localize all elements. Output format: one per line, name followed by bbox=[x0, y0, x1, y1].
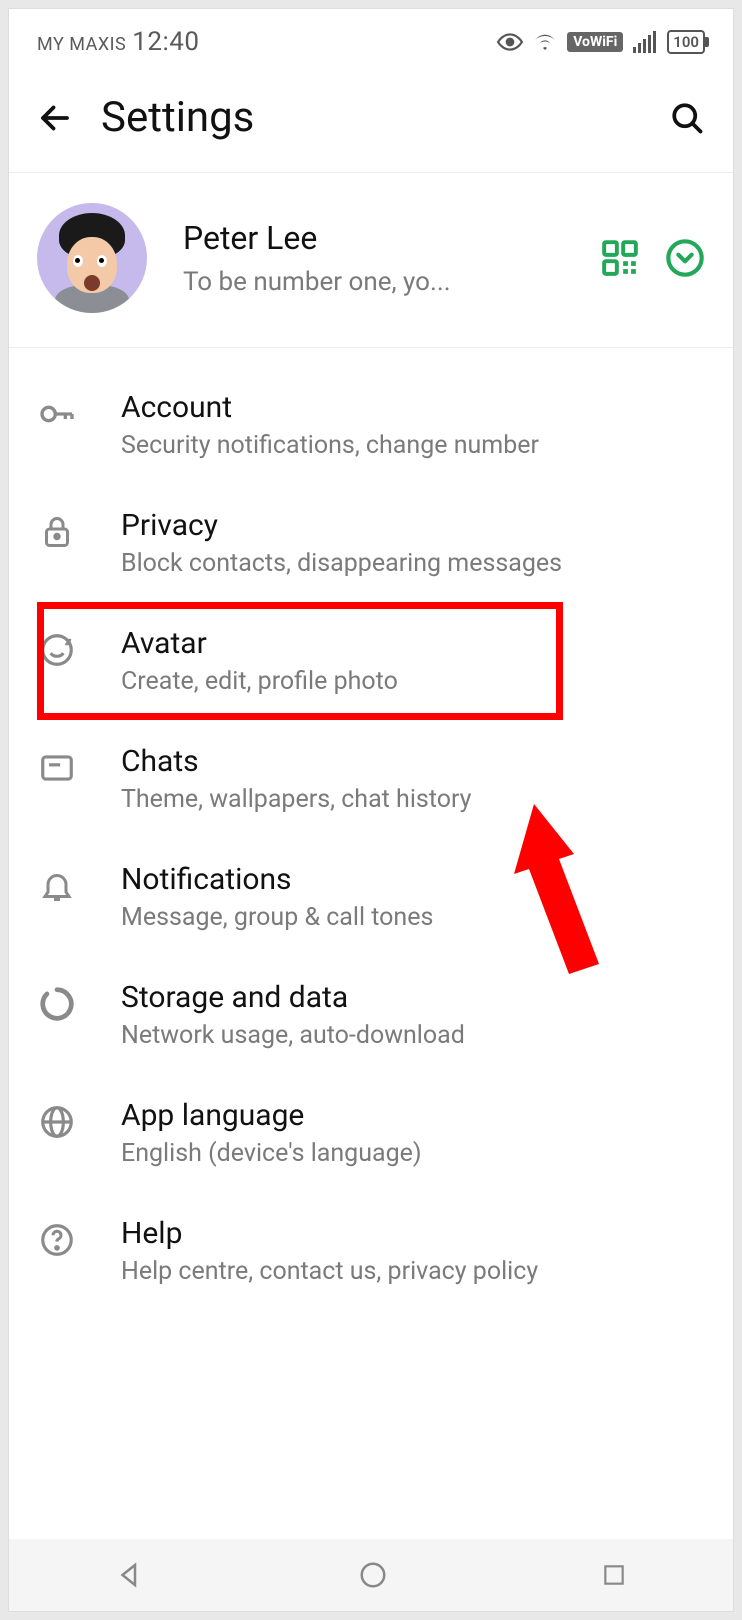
status-right: VoWiFi 100 bbox=[497, 29, 705, 55]
battery-indicator: 100 bbox=[667, 30, 705, 54]
settings-item-title: Account bbox=[121, 390, 693, 425]
settings-item-subtitle: Theme, wallpapers, chat history bbox=[121, 785, 693, 814]
wifi-icon bbox=[533, 30, 557, 54]
chat-icon bbox=[37, 748, 77, 788]
settings-item-language[interactable]: App language English (device's language) bbox=[9, 1074, 733, 1192]
settings-item-storage[interactable]: Storage and data Network usage, auto-dow… bbox=[9, 956, 733, 1074]
app-header: Settings bbox=[9, 75, 733, 173]
lock-icon bbox=[37, 512, 77, 552]
profile-status: To be number one, yo... bbox=[183, 267, 565, 297]
profile-name: Peter Lee bbox=[183, 219, 565, 257]
avatar[interactable] bbox=[37, 203, 147, 313]
search-icon[interactable] bbox=[669, 100, 705, 136]
settings-item-title: Avatar bbox=[121, 626, 693, 661]
page-title: Settings bbox=[101, 93, 641, 142]
key-icon bbox=[37, 394, 77, 434]
battery-level-label: 100 bbox=[673, 33, 699, 51]
settings-item-privacy[interactable]: Privacy Block contacts, disappearing mes… bbox=[9, 484, 733, 602]
settings-item-title: Privacy bbox=[121, 508, 693, 543]
settings-item-notifications[interactable]: Notifications Message, group & call tone… bbox=[9, 838, 733, 956]
settings-item-help[interactable]: Help Help centre, contact us, privacy po… bbox=[9, 1192, 733, 1310]
signal-icon bbox=[633, 31, 657, 53]
settings-item-title: Chats bbox=[121, 744, 693, 779]
settings-item-title: Help bbox=[121, 1216, 693, 1251]
globe-icon bbox=[37, 1102, 77, 1142]
device-frame: MY MAXIS 12:40 VoWiFi 100 Settings bbox=[8, 8, 734, 1612]
avatar-face-icon bbox=[37, 630, 77, 670]
profile-section[interactable]: Peter Lee To be number one, yo... bbox=[9, 173, 733, 348]
settings-item-avatar[interactable]: Avatar Create, edit, profile photo bbox=[9, 602, 733, 720]
navigation-bar bbox=[9, 1539, 733, 1611]
chevron-down-circle-icon[interactable] bbox=[665, 238, 705, 278]
settings-item-subtitle: English (device's language) bbox=[121, 1139, 693, 1168]
settings-item-subtitle: Block contacts, disappearing messages bbox=[121, 549, 693, 578]
profile-actions bbox=[601, 238, 705, 278]
settings-item-subtitle: Help centre, contact us, privacy policy bbox=[121, 1257, 693, 1286]
settings-list: Account Security notifications, change n… bbox=[9, 348, 733, 1328]
nav-home-icon[interactable] bbox=[358, 1560, 388, 1590]
settings-item-subtitle: Security notifications, change number bbox=[121, 431, 693, 460]
status-left: MY MAXIS 12:40 bbox=[37, 27, 199, 57]
settings-item-chats[interactable]: Chats Theme, wallpapers, chat history bbox=[9, 720, 733, 838]
nav-recent-icon[interactable] bbox=[601, 1562, 627, 1588]
help-icon bbox=[37, 1220, 77, 1260]
settings-item-title: App language bbox=[121, 1098, 693, 1133]
data-usage-icon bbox=[37, 984, 77, 1024]
clock-label: 12:40 bbox=[132, 27, 199, 57]
qr-code-icon[interactable] bbox=[601, 239, 639, 277]
settings-item-account[interactable]: Account Security notifications, change n… bbox=[9, 366, 733, 484]
carrier-label: MY MAXIS bbox=[37, 34, 126, 55]
bell-icon bbox=[37, 866, 77, 906]
settings-item-subtitle: Message, group & call tones bbox=[121, 903, 693, 932]
settings-item-title: Notifications bbox=[121, 862, 693, 897]
settings-item-title: Storage and data bbox=[121, 980, 693, 1015]
vowifi-badge: VoWiFi bbox=[567, 32, 623, 52]
eye-icon bbox=[497, 29, 523, 55]
settings-item-subtitle: Network usage, auto-download bbox=[121, 1021, 693, 1050]
settings-item-subtitle: Create, edit, profile photo bbox=[121, 667, 693, 696]
status-bar: MY MAXIS 12:40 VoWiFi 100 bbox=[9, 9, 733, 75]
profile-text: Peter Lee To be number one, yo... bbox=[183, 219, 565, 297]
back-icon[interactable] bbox=[37, 100, 73, 136]
nav-back-icon[interactable] bbox=[115, 1560, 145, 1590]
